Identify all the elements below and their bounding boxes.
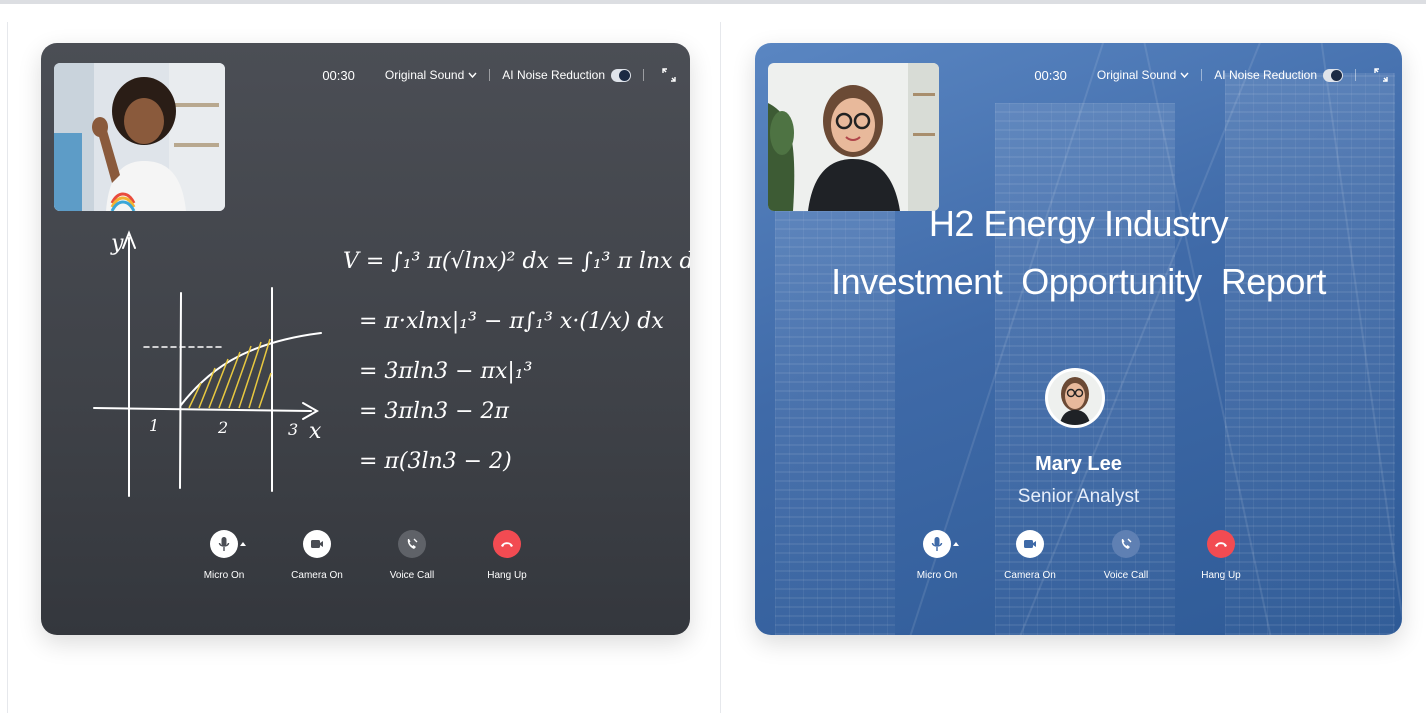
participant-video-thumbnail[interactable] — [54, 63, 225, 211]
separator — [1201, 69, 1203, 81]
hang-up-icon — [493, 530, 521, 558]
presentation-title-line-2: Investment Opportunity Report — [831, 261, 1326, 302]
fullscreen-icon[interactable] — [1374, 68, 1388, 82]
sound-mode-label: Original Sound — [1096, 68, 1177, 82]
left-divider — [7, 22, 8, 713]
camera-icon — [303, 530, 331, 558]
separator — [1355, 69, 1356, 81]
center-divider — [720, 22, 721, 713]
fullscreen-icon[interactable] — [662, 68, 676, 82]
line-x1 — [179, 292, 182, 489]
tick-1: 1 — [149, 416, 159, 435]
sound-mode-dropdown[interactable]: Original Sound — [385, 68, 477, 82]
equation-line-3: = 3πln3 − πx|₁³ — [359, 359, 532, 384]
call-timer: 00:30 — [322, 67, 355, 83]
caret-up-icon[interactable] — [240, 542, 246, 546]
camera-on-button[interactable]: Camera On — [990, 530, 1070, 581]
camera-on-label: Camera On — [1004, 570, 1056, 581]
microphone-icon — [923, 530, 951, 558]
separator — [489, 69, 491, 81]
caret-up-icon[interactable] — [953, 542, 959, 546]
noise-reduction-label: AI Noise Reduction — [502, 68, 605, 82]
equation-line-2: = π·xlnx|₁³ − π∫₁³ x·(1/x) dx — [359, 309, 664, 334]
noise-reduction-toggle[interactable] — [1323, 68, 1343, 82]
video-call-panel-whiteboard: y x 1 2 3 V = ∫₁³ π(√lnx)² dx = ∫₁³ π ln… — [41, 43, 690, 635]
equation-line-5: = π(3ln3 − 2) — [359, 449, 512, 474]
y-axis-label: y — [110, 231, 124, 256]
participant-video-thumbnail[interactable] — [768, 63, 939, 211]
voice-call-button[interactable]: Voice Call — [372, 530, 452, 581]
camera-on-label: Camera On — [291, 570, 343, 581]
call-top-bar: 00:30 Original Sound AI Noise Reduction — [1034, 65, 1388, 85]
voice-call-button[interactable]: Voice Call — [1086, 530, 1166, 581]
micro-on-label: Micro On — [916, 570, 958, 581]
voice-call-label: Voice Call — [389, 570, 435, 581]
presenter-avatar — [1045, 368, 1105, 428]
x-axis — [93, 407, 312, 412]
separator — [643, 69, 644, 81]
hang-up-label: Hang Up — [487, 570, 527, 581]
tick-3: 3 — [288, 420, 298, 439]
shaded-area — [188, 338, 272, 409]
curve — [180, 332, 322, 406]
sound-mode-dropdown[interactable]: Original Sound — [1097, 68, 1189, 82]
micro-on-button[interactable]: Micro On — [897, 530, 977, 581]
presenter-name: Mary Lee — [1035, 453, 1122, 475]
camera-icon — [1016, 530, 1044, 558]
equation-line-1: V = ∫₁³ π(√lnx)² dx = ∫₁³ π lnx dx — [343, 249, 690, 274]
hang-up-button[interactable]: Hang Up — [1181, 530, 1261, 581]
call-timer: 00:30 — [1034, 67, 1067, 83]
hang-up-label: Hang Up — [1201, 570, 1241, 581]
hang-up-icon — [1207, 530, 1235, 558]
chevron-down-icon — [468, 72, 477, 78]
noise-reduction-label: AI Noise Reduction — [1214, 68, 1317, 82]
micro-on-button[interactable]: Micro On — [184, 530, 264, 581]
micro-on-label: Micro On — [203, 570, 245, 581]
equation-line-4: = 3πln3 − 2π — [359, 399, 510, 424]
participant-image — [768, 63, 939, 211]
microphone-icon — [210, 530, 238, 558]
participant-image — [54, 63, 225, 211]
call-top-bar: 00:30 Original Sound AI Noise Reduction — [322, 65, 676, 85]
chevron-down-icon — [1180, 72, 1189, 78]
x-axis-label: x — [309, 419, 322, 444]
sound-mode-label: Original Sound — [384, 68, 465, 82]
video-call-panel-presentation: 00:30 Original Sound AI Noise Reduction … — [755, 43, 1402, 635]
voice-call-icon — [1112, 530, 1140, 558]
camera-on-button[interactable]: Camera On — [277, 530, 357, 581]
noise-reduction-toggle[interactable] — [611, 68, 631, 82]
voice-call-label: Voice Call — [1103, 570, 1149, 581]
voice-call-icon — [398, 530, 426, 558]
hang-up-button[interactable]: Hang Up — [467, 530, 547, 581]
tick-2: 2 — [217, 418, 228, 437]
presentation-title-line-1: H2 Energy Industry — [928, 203, 1229, 244]
presenter-role: Senior Analyst — [1017, 486, 1140, 507]
top-divider — [0, 0, 1426, 4]
